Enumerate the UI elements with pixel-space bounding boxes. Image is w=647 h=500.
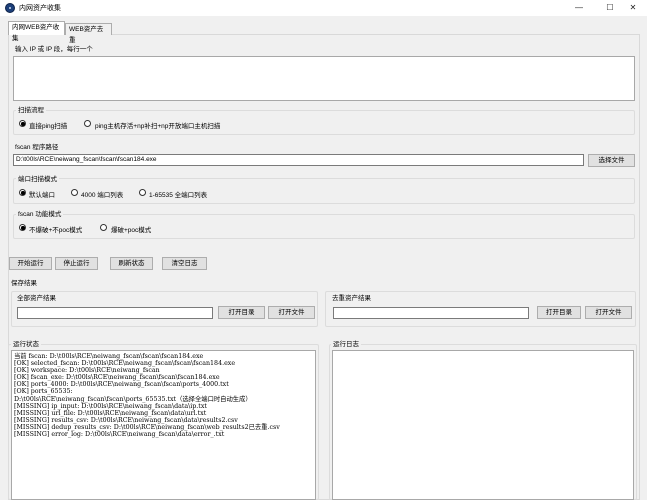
log-line: [MISSING] results_csv: D:\t00ls\RCE\neiw…: [14, 416, 238, 424]
dedup-assets-open-dir-button[interactable]: 打开目录: [537, 306, 581, 319]
status-title: 运行状态: [11, 338, 41, 348]
fscan-mode-brute-label[interactable]: 爆破+poc模式: [111, 224, 151, 234]
scan-flow-ping-np-label[interactable]: ping主机存活+np补扫+np开放端口主机扫描: [95, 120, 220, 130]
fscan-mode-no-brute-radio[interactable]: [19, 224, 26, 231]
log-line: [MISSING] ip_input: D:\t00ls\RCE\neiwang…: [14, 402, 207, 410]
run-log-title: 运行日志: [331, 338, 361, 348]
log-line: [OK] ports_65535:: [14, 388, 73, 396]
port-mode-full-radio[interactable]: [139, 189, 146, 196]
run-log-textarea[interactable]: [332, 350, 634, 500]
ip-input-label: 输入 IP 或 IP 段，每行一个: [15, 46, 93, 53]
select-file-button[interactable]: 选择文件: [588, 154, 635, 167]
title-bar[interactable]: [0, 0, 647, 16]
fscan-mode-no-brute-label[interactable]: 不爆破+不poc模式: [29, 224, 82, 234]
all-assets-path-input[interactable]: [17, 307, 213, 319]
close-button[interactable]: ✕: [619, 0, 647, 16]
dedup-assets-open-file-button[interactable]: 打开文件: [585, 306, 632, 319]
port-mode-4000-label[interactable]: 4000 端口列表: [81, 189, 123, 199]
port-mode-default-radio[interactable]: [19, 189, 26, 196]
log-line: 当前 fscan: D:\t00ls\RCE\neiwang_fscan\fsc…: [14, 353, 204, 360]
log-line: [OK] workspace: D:\t00ls\RCE\neiwang_fsc…: [14, 367, 160, 375]
log-line: [OK] selected_fscan: D:\t00ls\RCE\neiwan…: [14, 360, 236, 368]
log-line: [OK] ports_4000: D:\t00ls\RCE\neiwang_fs…: [14, 381, 229, 389]
start-button[interactable]: 开始运行: [9, 257, 52, 270]
dedup-assets-path-input[interactable]: [333, 307, 529, 319]
fscan-path-input[interactable]: D:\t00ls\RCE\neiwang_fscan\fscan\fscan18…: [13, 154, 584, 166]
port-mode-title: 端口扫描模式: [16, 173, 59, 183]
port-mode-default-label[interactable]: 默认端口: [29, 189, 55, 199]
app-icon: [5, 3, 15, 13]
scan-flow-direct-ping-label[interactable]: 直接ping扫描: [29, 120, 67, 130]
all-assets-open-file-button[interactable]: 打开文件: [268, 306, 315, 319]
fscan-mode-title: fscan 功能模式: [16, 208, 64, 218]
tab-intranet-web-assets[interactable]: 内网WEB资产收集: [8, 21, 65, 42]
fscan-path-label: fscan 程序路径: [15, 144, 59, 151]
log-line: [MISSING] url_file: D:\t00ls\RCE\neiwang…: [14, 409, 207, 417]
status-log-textarea[interactable]: 当前 fscan: D:\t00ls\RCE\neiwang_fscan\fsc…: [11, 350, 316, 500]
stop-button[interactable]: 停止运行: [55, 257, 98, 270]
dedup-assets-title: 去重资产结果: [330, 292, 373, 302]
port-mode-4000-radio[interactable]: [71, 189, 78, 196]
ip-input-textarea[interactable]: [13, 56, 635, 101]
minimize-button[interactable]: —: [565, 0, 593, 16]
port-mode-full-label[interactable]: 1-65535 全端口列表: [149, 189, 207, 199]
log-line: D:\t00ls\RCE\neiwang_fscan\fscan\ports_6…: [14, 395, 252, 403]
refresh-status-button[interactable]: 刷新状态: [110, 257, 153, 270]
save-results-title: 保存结果: [11, 280, 37, 287]
scan-flow-title: 扫描流程: [16, 104, 46, 114]
log-line: [MISSING] dedup_results_csv: D:\t00ls\RC…: [14, 423, 280, 431]
clear-log-button[interactable]: 清空日志: [162, 257, 207, 270]
scan-flow-ping-np-radio[interactable]: [84, 120, 91, 127]
scan-flow-direct-ping-radio[interactable]: [19, 120, 26, 127]
fscan-mode-brute-radio[interactable]: [100, 224, 107, 231]
log-line: [OK] fscan_exe: D:\t00ls\RCE\neiwang_fsc…: [14, 374, 220, 382]
all-assets-title: 全部资产结果: [15, 292, 58, 302]
all-assets-open-dir-button[interactable]: 打开目录: [218, 306, 265, 319]
log-line: [MISSING] error_log: D:\t00ls\RCE\neiwan…: [14, 431, 225, 439]
tab-web-asset-dedup[interactable]: WEB资产去重: [65, 23, 112, 44]
window-title: 内网资产收集: [19, 5, 61, 12]
